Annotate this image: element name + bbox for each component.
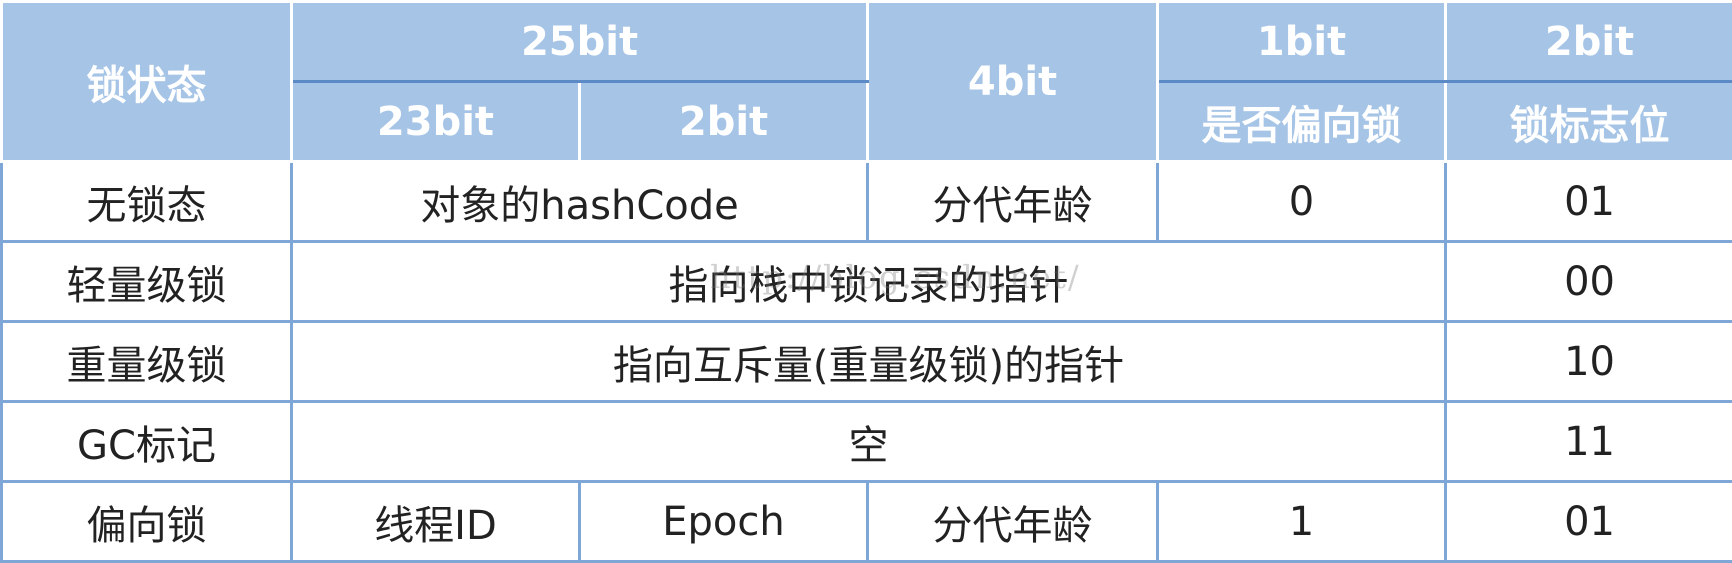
table-row: 轻量级锁 指向栈中锁记录的指针 00 (2, 242, 1732, 322)
cell-biased: 0 (1158, 162, 1446, 242)
cell-state: 偏向锁 (2, 482, 292, 562)
cell-age: 分代年龄 (868, 162, 1158, 242)
cell-hashcode: 对象的hashCode (292, 162, 868, 242)
cell-content: 指向栈中锁记录的指针 (292, 242, 1446, 322)
table-row: 偏向锁 线程ID Epoch 分代年龄 1 01 (2, 482, 1732, 562)
header-biased-flag: 是否偏向锁 (1158, 82, 1446, 162)
header-row-1: 锁状态 25bit 4bit 1bit 2bit (2, 2, 1732, 82)
header-2bit-sub: 2bit (580, 82, 868, 162)
cell-state: GC标记 (2, 402, 292, 482)
cell-flag: 01 (1446, 162, 1732, 242)
table-row: 重量级锁 指向互斥量(重量级锁)的指针 10 (2, 322, 1732, 402)
cell-content: 指向互斥量(重量级锁)的指针 (292, 322, 1446, 402)
cell-state: 轻量级锁 (2, 242, 292, 322)
cell-flag: 01 (1446, 482, 1732, 562)
header-4bit: 4bit (868, 2, 1158, 162)
cell-age: 分代年龄 (868, 482, 1158, 562)
cell-epoch: Epoch (580, 482, 868, 562)
cell-flag: 10 (1446, 322, 1732, 402)
header-2bit: 2bit (1446, 2, 1732, 82)
header-25bit: 25bit (292, 2, 868, 82)
cell-biased: 1 (1158, 482, 1446, 562)
cell-content: 空 (292, 402, 1446, 482)
header-23bit: 23bit (292, 82, 580, 162)
cell-state: 重量级锁 (2, 322, 292, 402)
mark-word-table-container: 锁状态 25bit 4bit 1bit 2bit 23bit 2bit 是否偏向… (0, 0, 1732, 562)
cell-flag: 00 (1446, 242, 1732, 322)
cell-thread-id: 线程ID (292, 482, 580, 562)
header-lock-state: 锁状态 (2, 2, 292, 162)
cell-flag: 11 (1446, 402, 1732, 482)
table-row: GC标记 空 11 (2, 402, 1732, 482)
cell-state: 无锁态 (2, 162, 292, 242)
header-1bit: 1bit (1158, 2, 1446, 82)
header-lock-flag: 锁标志位 (1446, 82, 1732, 162)
table-row: 无锁态 对象的hashCode 分代年龄 0 01 (2, 162, 1732, 242)
mark-word-table: 锁状态 25bit 4bit 1bit 2bit 23bit 2bit 是否偏向… (0, 0, 1732, 563)
